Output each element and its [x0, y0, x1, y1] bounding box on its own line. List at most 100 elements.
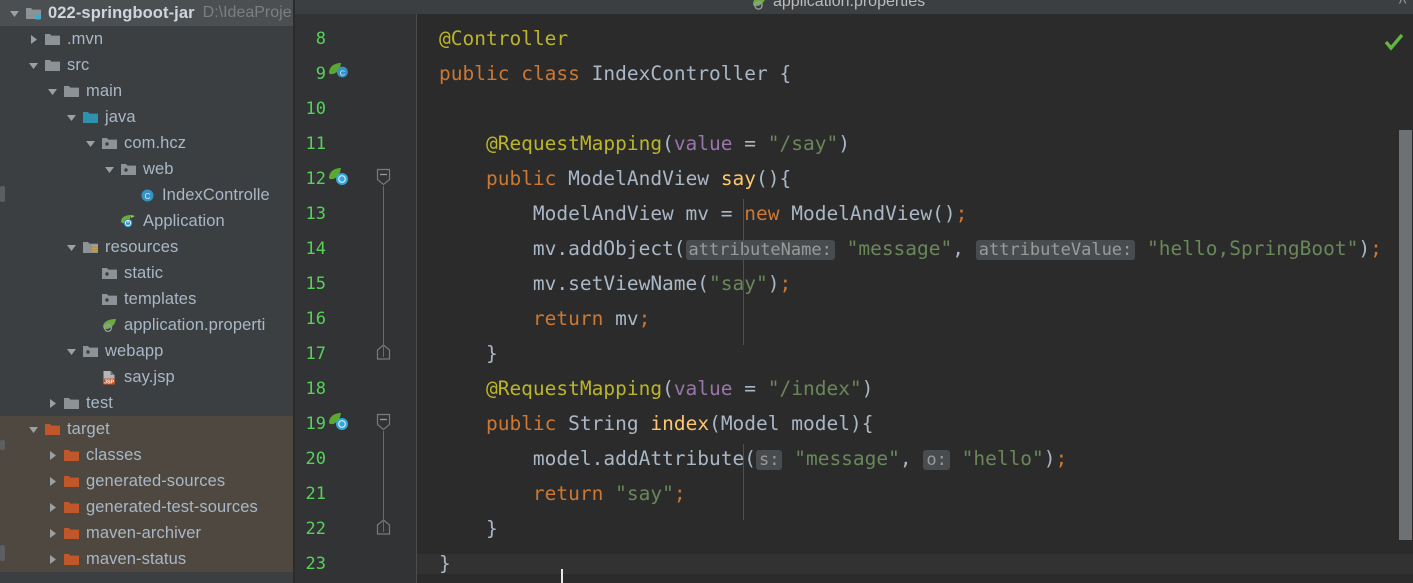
tree-item-main[interactable]: main — [0, 78, 293, 104]
code-token: (){ — [756, 167, 792, 190]
chevron-down-icon[interactable] — [103, 163, 116, 176]
parameter-hint: o: — [923, 450, 950, 470]
code-line[interactable]: mv.setViewName("say"); — [417, 274, 1413, 294]
tree-item-web[interactable]: web — [0, 156, 293, 182]
code-token: say — [720, 167, 757, 190]
tree-item-com-hcz[interactable]: com.hcz — [0, 130, 293, 156]
tree-item-maven-status[interactable]: maven-status — [0, 546, 293, 572]
editor-gutter[interactable]: 8 9 C 10 11 12 13 14 15 16 17 18 19 20 21 22 23 — [295, 14, 416, 583]
editor-tab-label: application.properties — [773, 0, 926, 10]
code-line[interactable]: @RequestMapping(value = "/index") — [417, 379, 1413, 399]
chevron-right-icon[interactable] — [46, 501, 59, 514]
tree-item-label: test — [86, 393, 113, 412]
tree-item-label: web — [143, 159, 174, 178]
tree-item-maven-archiver[interactable]: maven-archiver — [0, 520, 293, 546]
tree-item-application-properti[interactable]: application.properti — [0, 312, 293, 338]
chevron-right-icon[interactable] — [27, 33, 40, 46]
inspection-ok-icon[interactable] — [1384, 32, 1404, 52]
tree-item-src[interactable]: src — [0, 52, 293, 78]
code-line[interactable] — [417, 99, 1413, 119]
code-line[interactable]: } — [417, 344, 1413, 364]
spring-bean-method-icon[interactable] — [327, 166, 349, 188]
chevron-right-icon[interactable] — [46, 527, 59, 540]
code-line[interactable]: return mv; — [417, 309, 1413, 329]
tree-item-webapp[interactable]: webapp — [0, 338, 293, 364]
code-text-area[interactable]: @Controller public class IndexController … — [417, 14, 1413, 583]
tree-item-generated-test-sources[interactable]: generated-test-sources — [0, 494, 293, 520]
tree-item-static[interactable]: static — [0, 260, 293, 286]
tree-item-label: maven-archiver — [86, 523, 202, 542]
line-number: 12 — [305, 169, 326, 189]
code-line[interactable]: public class IndexController { — [417, 64, 1413, 84]
code-editor[interactable]: 8 9 C 10 11 12 13 14 15 16 17 18 19 20 21 22 23 @Control… — [295, 14, 1413, 583]
code-line[interactable]: } — [417, 554, 1413, 574]
code-fold-collapse-icon[interactable] — [375, 167, 392, 187]
tree-item-label: com.hcz — [124, 133, 187, 152]
code-line-text: public ModelAndView say(){ — [417, 169, 791, 189]
spring-bean-method-icon[interactable] — [327, 411, 349, 433]
editor-tab-bar[interactable]: application.properties ˄ — [295, 0, 1413, 14]
chevron-right-icon[interactable] — [46, 449, 59, 462]
code-token: "message" — [794, 447, 900, 470]
code-token: } — [439, 342, 498, 365]
tree-item-classes[interactable]: classes — [0, 442, 293, 468]
code-fold-collapse-icon[interactable] — [375, 412, 392, 432]
indent-guide — [743, 444, 744, 520]
tree-item-target[interactable]: target — [0, 416, 293, 442]
chevron-down-icon[interactable] — [27, 59, 40, 72]
code-line[interactable]: mv.addObject(attributeName: "message", a… — [417, 239, 1413, 260]
line-number: 17 — [305, 344, 326, 364]
chevron-right-icon[interactable] — [46, 397, 59, 410]
chevron-right-icon[interactable] — [46, 475, 59, 488]
project-tool-window[interactable]: 022-springboot-jar D:\IdeaProje .mvn src mai… — [0, 0, 293, 583]
sidebar-scrollbar-tick-bottom[interactable] — [0, 545, 5, 561]
chevron-right-icon[interactable] — [46, 553, 59, 566]
code-line[interactable]: @RequestMapping(value = "/say") — [417, 134, 1413, 154]
tab-collapse-icon[interactable]: ˄ — [1398, 0, 1407, 8]
tree-item-mvn[interactable]: .mvn — [0, 26, 293, 52]
tree-item-say-jsp[interactable]: JSP say.jsp — [0, 364, 293, 390]
tree-item-022-springboot-jar[interactable]: 022-springboot-jar D:\IdeaProje — [0, 0, 293, 26]
code-token: public — [485, 412, 557, 435]
code-line[interactable]: model.addAttribute(s: "message", o: "hel… — [417, 447, 1413, 470]
tree-item-templates[interactable]: templates — [0, 286, 293, 312]
tree-item-java[interactable]: java — [0, 104, 293, 130]
project-tree[interactable]: 022-springboot-jar D:\IdeaProje .mvn src mai… — [0, 0, 293, 572]
tree-item-indexcontrolle[interactable]: C IndexControlle — [0, 182, 293, 208]
code-token: ; — [955, 202, 968, 225]
chevron-down-icon[interactable] — [65, 345, 78, 358]
tree-item-generated-sources[interactable]: generated-sources — [0, 468, 293, 494]
chevron-down-icon[interactable] — [46, 85, 59, 98]
chevron-down-icon[interactable] — [84, 137, 97, 150]
spring-bean-class-icon[interactable]: C — [327, 61, 349, 83]
tree-item-test[interactable]: test — [0, 390, 293, 416]
code-line[interactable]: return "say"; — [417, 484, 1413, 504]
chevron-down-icon[interactable] — [27, 423, 40, 436]
code-line[interactable]: ModelAndView mv = new ModelAndView(); — [417, 204, 1413, 224]
code-token: new — [744, 202, 780, 225]
chevron-down-icon[interactable] — [8, 7, 21, 20]
spring-props-icon — [101, 318, 118, 333]
line-number: 11 — [305, 134, 326, 154]
code-line[interactable]: public String index(Model model){ — [417, 414, 1413, 434]
code-token: public — [485, 167, 557, 190]
code-line[interactable]: public ModelAndView say(){ — [417, 169, 1413, 189]
chevron-down-icon[interactable] — [65, 241, 78, 254]
editor-vertical-scrollbar[interactable] — [1399, 130, 1412, 540]
tree-item-resources[interactable]: resources — [0, 234, 293, 260]
line-number: 13 — [305, 204, 326, 224]
code-line[interactable]: } — [417, 519, 1413, 539]
code-token: mv — [603, 307, 639, 330]
chevron-down-icon[interactable] — [65, 111, 78, 124]
package-icon — [82, 344, 99, 359]
editor-tab-application-properties[interactable]: application.properties — [751, 0, 925, 14]
excluded-folder-icon — [63, 474, 80, 489]
sidebar-scrollbar-tick-top[interactable] — [0, 186, 5, 202]
code-line[interactable]: @Controller — [417, 29, 1413, 49]
line-number: 10 — [305, 99, 326, 119]
sidebar-scrollbar-tick-mid[interactable] — [0, 440, 5, 450]
tree-item-application[interactable]: Application — [0, 208, 293, 234]
code-token: value — [673, 132, 733, 155]
